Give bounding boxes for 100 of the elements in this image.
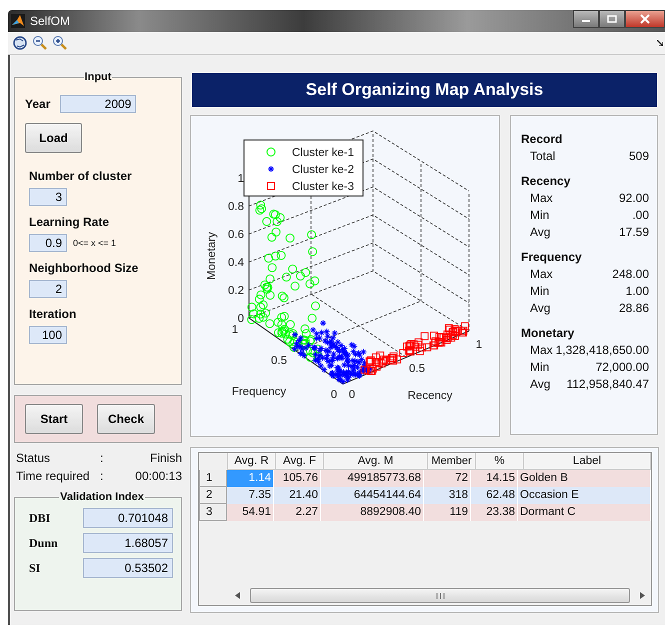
close-button[interactable] — [625, 10, 665, 28]
stat-label: Min — [530, 284, 550, 298]
column-header[interactable]: Label — [524, 453, 651, 470]
index-label: SI — [29, 560, 42, 576]
column-header[interactable]: % — [476, 453, 524, 470]
table-cell[interactable]: 119 — [424, 504, 471, 521]
table-cell[interactable]: 21.40 — [274, 487, 321, 504]
input-field[interactable]: 0.9 — [29, 234, 67, 252]
stat-value: 112,958,840.47 — [566, 377, 649, 391]
stat-label: Min — [530, 360, 550, 374]
status-label: Time required — [16, 469, 91, 483]
table-cell[interactable]: 7.35 — [227, 487, 274, 504]
stat-value: .00 — [632, 208, 649, 222]
table-cell[interactable]: Golden B — [518, 470, 651, 487]
load-button[interactable]: Load — [25, 123, 82, 153]
status-value: 00:00:13 — [134, 469, 182, 483]
column-header[interactable]: Avg. F — [276, 453, 324, 470]
tick-label: 0 — [330, 389, 338, 401]
index-field[interactable]: 0.701048 — [83, 508, 173, 528]
dock-arrow-icon[interactable] — [657, 40, 663, 46]
input-field[interactable]: 3 — [29, 188, 67, 206]
legend-label: Cluster ke-3 — [292, 181, 354, 193]
row-header[interactable]: 2 — [199, 487, 227, 504]
action-button[interactable]: Start — [25, 404, 83, 434]
column-header[interactable]: Avg. R — [228, 453, 276, 470]
stat-label: Max — [530, 191, 553, 205]
stat-label: Avg — [530, 377, 550, 391]
stat-label: Total — [530, 149, 556, 163]
stat-label: Avg — [530, 301, 550, 315]
table-cell[interactable]: 62.48 — [471, 487, 518, 504]
tick-label: 0.8 — [228, 201, 244, 213]
tick-label: 1 — [238, 173, 244, 185]
table-cell[interactable]: 2.27 — [274, 504, 321, 521]
row-header[interactable]: 1 — [199, 470, 227, 487]
maximize-button[interactable] — [599, 10, 625, 28]
legend-label: Cluster ke-2 — [292, 164, 354, 176]
rotate-icon[interactable] — [12, 35, 28, 51]
table-cell[interactable]: Occasion E — [518, 487, 651, 504]
field-label: Neighborhood Size — [29, 261, 140, 275]
scroll-right-icon[interactable] — [640, 592, 645, 599]
field-label: Iteration — [29, 307, 78, 321]
field-label: Learning Rate — [29, 215, 110, 229]
tick-label: 0.5 — [271, 355, 287, 367]
table-cell[interactable]: 499185773.68 — [321, 470, 424, 487]
stat-value: 1.00 — [626, 284, 649, 298]
axis-label: Monetary — [206, 232, 218, 280]
stat-label: Avg — [530, 225, 550, 239]
section-title: Monetary — [521, 326, 576, 340]
table-cell[interactable]: 23.38 — [471, 504, 518, 521]
tick-label: 0 — [238, 313, 244, 325]
legend-label: Cluster ke-1 — [292, 147, 354, 159]
axis-label: Frequency — [232, 386, 286, 398]
input-field[interactable]: 100 — [29, 326, 67, 344]
column-header[interactable]: Member — [428, 453, 476, 470]
table-cell[interactable]: 318 — [424, 487, 471, 504]
index-label: DBI — [29, 510, 52, 526]
input-field[interactable]: 2 — [29, 280, 67, 298]
stat-value: 92.00 — [618, 191, 649, 205]
field-label: Number of cluster — [29, 169, 133, 183]
header-banner: Self Organizing Map Analysis — [192, 73, 657, 107]
tick-label: 0.4 — [228, 257, 244, 269]
tick-label: 0.2 — [228, 285, 244, 297]
table-cell[interactable]: 72 — [424, 470, 471, 487]
stat-value: 1,328,418,650.00 — [556, 343, 649, 357]
table-cell[interactable]: 8892908.40 — [321, 504, 424, 521]
section-title: Frequency — [521, 250, 583, 264]
table-cell[interactable]: 54.91 — [227, 504, 274, 521]
stat-label: Max — [530, 267, 553, 281]
tick-label: 0.5 — [409, 363, 425, 375]
stat-label: Max — [530, 343, 553, 357]
row-header[interactable]: 3 — [199, 504, 227, 521]
axis-label: Recency — [408, 390, 452, 402]
status-value: Finish — [148, 451, 182, 465]
year-field[interactable]: 2009 — [60, 95, 136, 113]
table-cell[interactable]: 14.15 — [471, 470, 518, 487]
index-field[interactable]: 0.53502 — [83, 558, 173, 578]
table-cell[interactable]: 105.76 — [274, 470, 321, 487]
tick-label: 1 — [232, 324, 238, 336]
index-label: Dunn — [29, 536, 59, 550]
window-title: SelfOM — [30, 14, 70, 28]
status-label: Status — [16, 451, 52, 465]
zoom-out-icon[interactable] — [32, 35, 48, 51]
stat-value: 17.59 — [618, 225, 649, 239]
minimize-button[interactable] — [573, 10, 599, 28]
column-header[interactable]: Avg. M — [324, 453, 428, 470]
year-label: Year — [25, 97, 50, 111]
tick-label: 0 — [348, 389, 356, 401]
section-title: Record — [521, 132, 564, 146]
separator-text: : — [100, 451, 104, 465]
stat-value: 72,000.00 — [596, 360, 649, 374]
separator-text: : — [100, 469, 104, 483]
table-cell[interactable]: Dormant C — [518, 504, 651, 521]
action-button[interactable]: Check — [97, 404, 155, 434]
tick-label: 0.6 — [228, 229, 244, 241]
table-cell[interactable]: 64454144.64 — [321, 487, 424, 504]
index-field[interactable]: 1.68057 — [83, 533, 173, 553]
zoom-in-icon[interactable] — [52, 35, 68, 51]
tick-label: 1 — [476, 339, 482, 351]
scroll-left-icon[interactable] — [235, 592, 240, 599]
stat-value: 28.86 — [618, 301, 649, 315]
